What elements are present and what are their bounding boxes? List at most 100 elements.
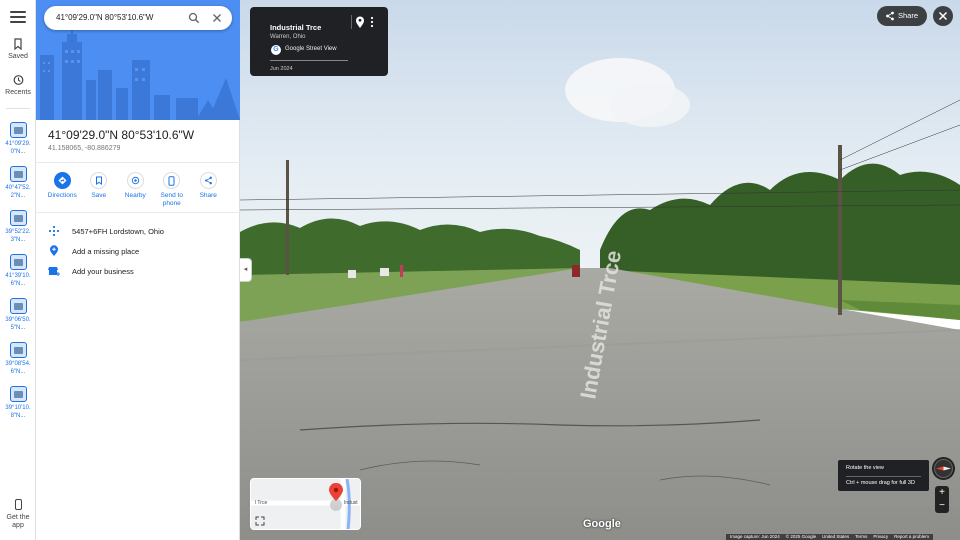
image-capture-date: Image capture: Jun 2024: [730, 534, 780, 539]
tooltip-title: Rotate the view: [846, 465, 884, 471]
expand-icon[interactable]: [255, 516, 265, 526]
close-street-view-button[interactable]: [933, 6, 953, 26]
recent-item-label: 39°06'50.5"N...: [5, 317, 31, 331]
left-rail: Saved Recents 41°09'29.0"N... 40°47'52.2…: [0, 0, 36, 540]
add-place-label: Add a missing place: [72, 247, 140, 256]
divider: [270, 60, 348, 61]
recent-item[interactable]: 39°08'54.6"N...: [0, 342, 36, 384]
place-panel: 41°09'29.0"N 80°53'10.6"W 41°09'29.0"N 8…: [36, 0, 240, 540]
recent-item-label: 41°39'10.6"N...: [5, 273, 31, 287]
search-box[interactable]: 41°09'29.0"N 80°53'10.6"W: [44, 6, 232, 30]
recents-button[interactable]: Recents: [0, 74, 36, 96]
location-pin-icon[interactable]: [354, 15, 366, 29]
bookmark-icon: [14, 38, 22, 50]
add-missing-place-row[interactable]: Add a missing place: [48, 245, 233, 259]
recent-item[interactable]: 39°06'50.5"N...: [0, 298, 36, 340]
save-button[interactable]: Save: [81, 170, 118, 208]
saved-label: Saved: [8, 53, 28, 60]
minimap-street-label: Indust: [344, 500, 358, 506]
recent-item[interactable]: 41°39'10.6"N...: [0, 254, 36, 296]
share-label: Share: [898, 11, 919, 20]
location-info-card: Industrial Trce Warren, Ohio G Google St…: [250, 7, 388, 76]
recent-item[interactable]: 39°10'10.8"N...: [0, 386, 36, 428]
privacy-link[interactable]: Privacy: [873, 534, 888, 540]
terms-link[interactable]: Terms: [855, 534, 867, 540]
recent-thumbnail: [9, 386, 27, 402]
street-view-source: Google Street View: [285, 46, 337, 52]
minimap-street-label: l Trce: [255, 500, 268, 506]
recent-thumbnail: [9, 166, 27, 182]
nearby-icon: [131, 176, 139, 185]
google-watermark: Google: [583, 518, 621, 530]
recent-item[interactable]: 39°52'22.3"N...: [0, 210, 36, 252]
place-title: 41°09'29.0"N 80°53'10.6"W: [48, 128, 195, 142]
recent-item-label: 40°47'52.2"N...: [5, 185, 31, 199]
rotate-tooltip: Rotate the view Ctrl + mouse drag for fu…: [838, 460, 929, 491]
recent-item[interactable]: 40°47'52.2"N...: [0, 166, 36, 208]
city-name: Warren, Ohio: [270, 34, 306, 40]
more-options-icon[interactable]: [368, 15, 376, 29]
share-button[interactable]: Share: [190, 170, 227, 208]
recent-thumbnail: [9, 210, 27, 226]
report-problem-link[interactable]: Report a problem: [894, 534, 929, 540]
share-label: Share: [199, 192, 217, 199]
divider: [351, 15, 352, 29]
street-view-panorama[interactable]: Industrial Trce: [240, 0, 960, 540]
recent-item-label: 41°09'29.0"N...: [5, 141, 31, 155]
directions-label: Directions: [47, 192, 77, 199]
divider: [36, 212, 240, 213]
recent-item-label: 39°08'54.6"N...: [5, 361, 31, 375]
search-icon[interactable]: [188, 12, 200, 24]
menu-icon[interactable]: [10, 11, 26, 25]
phone-icon: [168, 175, 175, 186]
google-logo-icon: G: [271, 45, 281, 55]
collapse-panel-button[interactable]: ◂: [240, 258, 252, 282]
plus-code-icon: [48, 225, 60, 237]
close-icon: [938, 11, 948, 21]
search-input[interactable]: 41°09'29.0"N 80°53'10.6"W: [56, 13, 153, 22]
capture-date-selector[interactable]: Jun 2024: [270, 66, 293, 72]
send-to-phone-label: Send to phone: [160, 192, 183, 207]
send-to-phone-button[interactable]: Send to phone: [154, 170, 191, 208]
get-app-button[interactable]: Get the app: [0, 499, 36, 530]
region-link[interactable]: United States: [822, 534, 849, 540]
business-icon: [48, 267, 60, 276]
save-label: Save: [91, 192, 107, 199]
action-bar: Directions Save Nearby Send to phone Sha…: [44, 170, 234, 208]
history-icon: [13, 75, 24, 85]
add-business-label: Add your business: [72, 267, 134, 276]
phone-icon: [14, 499, 22, 510]
recent-item[interactable]: 41°09'29.0"N...: [0, 122, 36, 164]
street-view-share-button[interactable]: Share: [877, 6, 927, 26]
recent-thumbnail: [9, 342, 27, 358]
decimal-coordinates: 41.158065, -80.886279: [48, 145, 121, 152]
bookmark-icon: [95, 176, 102, 185]
directions-icon: [58, 176, 67, 185]
street-view[interactable]: Industrial Trce Industrial Trce Warren, …: [240, 0, 960, 540]
add-business-row[interactable]: Add your business: [48, 265, 233, 279]
recent-thumbnail: [9, 298, 27, 314]
clear-search-icon[interactable]: [211, 12, 223, 24]
divider: [36, 162, 240, 163]
tooltip-hint: Ctrl + mouse drag for full 3D: [846, 480, 915, 486]
minimap[interactable]: l Trce Indust: [250, 478, 361, 530]
recent-item-label: 39°10'10.8"N...: [5, 405, 31, 419]
zoom-in-button[interactable]: +: [935, 486, 949, 499]
rail-divider: [6, 108, 30, 109]
recents-label: Recents: [5, 89, 31, 96]
road-name: Industrial Trce: [270, 23, 322, 32]
recent-thumbnail: [9, 254, 27, 270]
divider: [846, 476, 921, 477]
saved-button[interactable]: Saved: [0, 38, 36, 60]
zoom-out-button[interactable]: −: [935, 499, 949, 512]
compass-control[interactable]: [932, 457, 955, 480]
compass-icon: [934, 459, 953, 478]
attribution-bar: Image capture: Jun 2024 © 2025 Google Un…: [726, 534, 933, 540]
nearby-button[interactable]: Nearby: [117, 170, 154, 208]
directions-button[interactable]: Directions: [44, 170, 81, 208]
share-icon: [204, 176, 212, 185]
plus-code-label: 5457+6FH Lordstown, Ohio: [72, 227, 164, 236]
zoom-control[interactable]: + −: [935, 486, 949, 513]
share-icon: [886, 11, 894, 21]
plus-code-row[interactable]: 5457+6FH Lordstown, Ohio: [48, 225, 233, 239]
